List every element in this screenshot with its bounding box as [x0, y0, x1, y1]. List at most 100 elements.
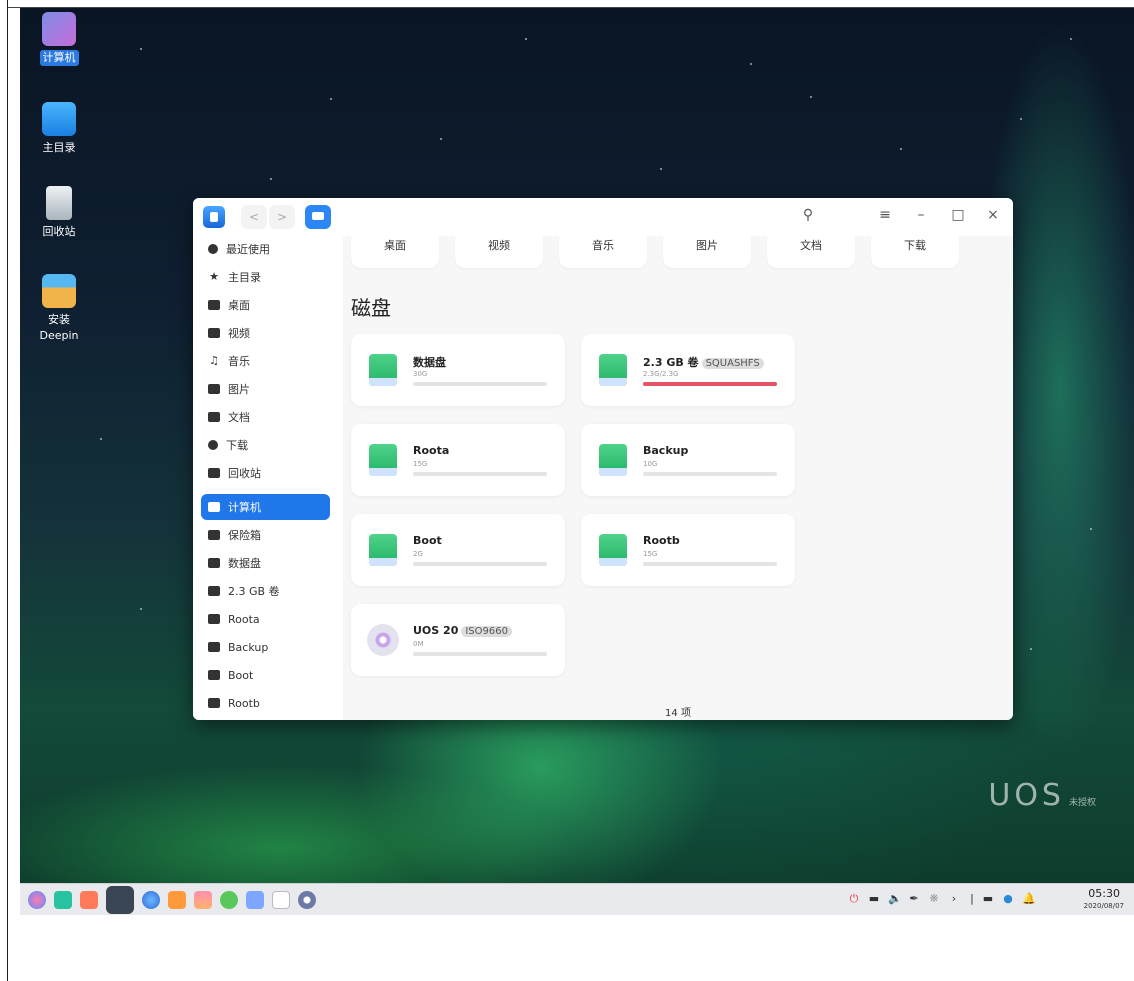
music-player-icon[interactable]: [220, 891, 238, 909]
maximize-icon[interactable]: □: [948, 207, 968, 223]
image-viewer-icon[interactable]: [194, 891, 212, 909]
disk-card[interactable]: 数据盘 30G: [351, 334, 565, 406]
usage-bar: [413, 562, 547, 566]
quick-label: 文档: [800, 239, 822, 252]
calendar-icon[interactable]: [272, 891, 290, 909]
desktop-icon-trash[interactable]: 回收站: [24, 186, 94, 240]
disk-size: 15G: [643, 550, 658, 558]
sidebar-item-desktop[interactable]: 桌面: [201, 292, 330, 318]
disk-name: UOS 20 ISO9660: [413, 624, 512, 637]
disk-icon: [208, 698, 220, 708]
quick-downloads[interactable]: 下载: [871, 236, 959, 268]
launcher-icon[interactable]: [28, 891, 46, 909]
quick-documents[interactable]: 文档: [767, 236, 855, 268]
volume-icon[interactable]: 🔈: [888, 893, 902, 905]
sidebar-item-volume[interactable]: 2.3 GB 卷: [201, 578, 330, 604]
clock-icon: [208, 244, 218, 254]
blank-area: [8, 915, 1134, 981]
disk-size: 10G: [643, 460, 658, 468]
desktop-icon-install-deepin[interactable]: 安装 Deepin: [24, 274, 94, 344]
sidebar-item-boot[interactable]: Boot: [201, 662, 330, 688]
quick-label: 音乐: [592, 239, 614, 252]
desktop-icon-label: 安装: [48, 313, 70, 326]
notification-bell-icon[interactable]: 🔔: [1022, 893, 1036, 905]
drive-icon: [369, 534, 397, 566]
browser-icon[interactable]: [142, 891, 160, 909]
desktop-icon-computer[interactable]: 计算机: [24, 12, 94, 66]
disk-icon: [208, 614, 220, 624]
close-icon[interactable]: ×: [983, 207, 1003, 223]
optical-disk-card[interactable]: UOS 20 ISO9660 0M: [351, 604, 565, 676]
sidebar-item-pictures[interactable]: 图片: [201, 376, 330, 402]
sidebar-item-label: 数据盘: [228, 557, 261, 570]
disk-card[interactable]: Backup 10G: [581, 424, 795, 496]
file-manager-window: < > ⚲ ≡ – □ × 最近使用 ★ 主目录 桌面 视频 ♫ 音乐 图片 文档 …: [193, 198, 1013, 720]
uos-brand: UOS: [988, 778, 1065, 813]
minimize-icon[interactable]: –: [911, 207, 931, 223]
drive-icon: [599, 534, 627, 566]
notes-icon[interactable]: ▬: [982, 893, 994, 905]
sidebar: 最近使用 ★ 主目录 桌面 视频 ♫ 音乐 图片 文档 下载 回收站 计算机 保险箱…: [193, 236, 343, 720]
clock-date[interactable]: 2020/08/07: [1084, 902, 1124, 910]
disk-name: 数据盘: [413, 356, 446, 369]
forward-button[interactable]: >: [269, 205, 295, 229]
disk-size: 2G: [413, 550, 423, 558]
sidebar-item-music[interactable]: ♫ 音乐: [201, 348, 330, 374]
desktop-icon-home[interactable]: 主目录: [24, 102, 94, 156]
sidebar-item-rootb[interactable]: Rootb: [201, 690, 330, 716]
download-icon: [208, 440, 218, 450]
sidebar-item-roota[interactable]: Roota: [201, 606, 330, 632]
sidebar-item-home[interactable]: ★ 主目录: [201, 264, 330, 290]
quick-pictures[interactable]: 图片: [663, 236, 751, 268]
item-count-status: 14 项: [665, 708, 691, 719]
trash-icon: [46, 186, 72, 220]
desktop-icon: [208, 300, 220, 310]
search-icon[interactable]: ⚲: [798, 207, 818, 223]
usage-bar: [643, 382, 777, 386]
drive-icon: [599, 444, 627, 476]
menu-icon[interactable]: ≡: [875, 207, 895, 223]
breadcrumb-computer[interactable]: [305, 205, 331, 229]
multitask-view-icon[interactable]: [54, 891, 72, 909]
quick-music[interactable]: 音乐: [559, 236, 647, 268]
app-store-icon[interactable]: [80, 891, 98, 909]
keyboard-icon[interactable]: ▬: [868, 893, 880, 905]
video-icon: [208, 328, 220, 338]
network-icon[interactable]: ●: [1002, 893, 1014, 905]
disk-name: Boot: [413, 534, 442, 547]
bluetooth-icon[interactable]: ❋: [928, 893, 940, 905]
sidebar-item-data-disk[interactable]: 数据盘: [201, 550, 330, 576]
quick-videos[interactable]: 视频: [455, 236, 543, 268]
quick-desktop[interactable]: 桌面: [351, 236, 439, 268]
section-title-disks: 磁盘: [351, 296, 391, 320]
sidebar-item-documents[interactable]: 文档: [201, 404, 330, 430]
usage-fill: [643, 382, 777, 386]
sidebar-item-videos[interactable]: 视频: [201, 320, 330, 346]
sidebar-item-recent[interactable]: 最近使用: [201, 236, 330, 262]
usage-bar: [413, 652, 547, 656]
document-icon: [208, 412, 220, 422]
sidebar-item-label: Roota: [228, 612, 260, 626]
clock-time[interactable]: 05:30: [1088, 887, 1120, 900]
disk-size: 30G: [413, 370, 428, 378]
pen-icon[interactable]: ✒: [908, 893, 920, 905]
text-editor-icon[interactable]: [246, 891, 264, 909]
disk-icon: [208, 642, 220, 652]
settings-icon[interactable]: [298, 891, 316, 909]
disk-card[interactable]: Roota 15G: [351, 424, 565, 496]
back-button[interactable]: <: [241, 205, 267, 229]
sidebar-item-vault[interactable]: 保险箱: [201, 522, 330, 548]
sidebar-item-backup[interactable]: Backup: [201, 634, 330, 660]
disk-card[interactable]: Rootb 15G: [581, 514, 795, 586]
disk-card[interactable]: 2.3 GB 卷 SQUASHFS 2.3G/2.3G: [581, 334, 795, 406]
file-manager-taskbar-icon[interactable]: [106, 886, 134, 914]
sidebar-item-downloads[interactable]: 下载: [201, 432, 330, 458]
sidebar-item-trash[interactable]: 回收站: [201, 460, 330, 486]
file-manager-app-icon[interactable]: [203, 206, 225, 228]
mail-icon[interactable]: [168, 891, 186, 909]
sidebar-item-computer[interactable]: 计算机: [201, 494, 330, 520]
disk-card[interactable]: Boot 2G: [351, 514, 565, 586]
disk-size: 0M: [413, 640, 424, 648]
power-icon[interactable]: ⏻: [848, 893, 860, 905]
expand-tray-icon[interactable]: ›: [948, 893, 960, 905]
